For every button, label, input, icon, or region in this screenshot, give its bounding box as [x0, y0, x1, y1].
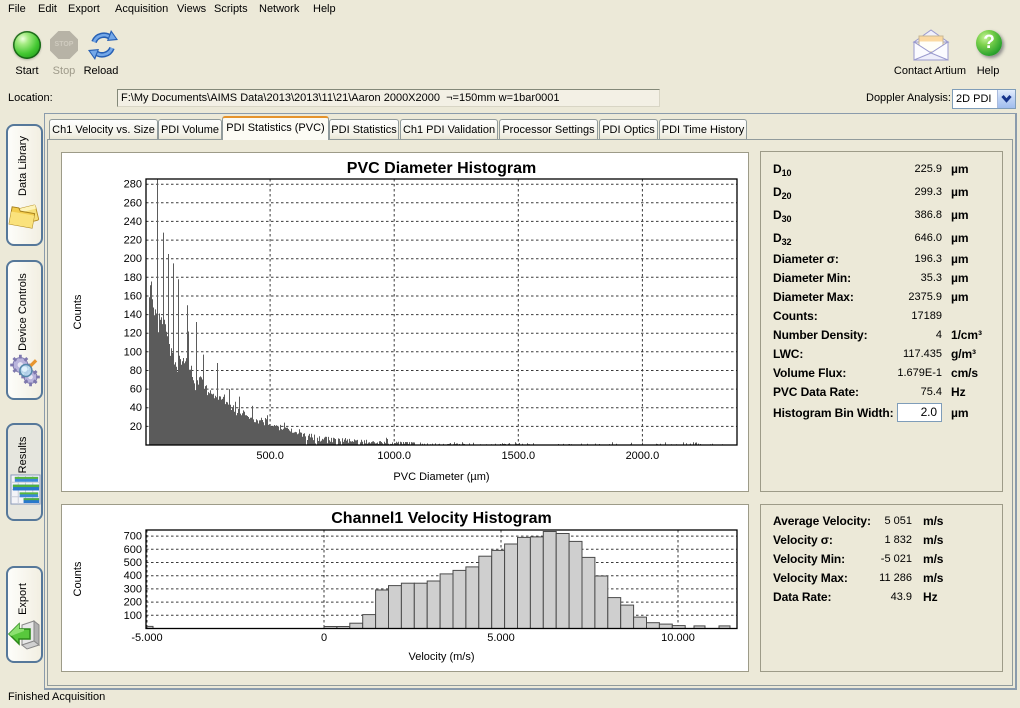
svg-text:600: 600 — [124, 544, 142, 556]
svg-text:220: 220 — [124, 235, 142, 247]
svg-text:1500.0: 1500.0 — [501, 450, 535, 462]
svg-text:180: 180 — [124, 272, 142, 284]
svg-text:200: 200 — [124, 253, 142, 265]
svg-text:40: 40 — [130, 402, 142, 414]
svg-text:240: 240 — [124, 216, 142, 228]
svg-text:100: 100 — [124, 346, 142, 358]
svg-text:-5.000: -5.000 — [131, 632, 162, 644]
svg-text:300: 300 — [124, 583, 142, 595]
svg-text:100: 100 — [124, 610, 142, 622]
svg-text:120: 120 — [124, 328, 142, 340]
svg-text:140: 140 — [124, 309, 142, 321]
svg-text:0: 0 — [321, 632, 327, 644]
svg-text:60: 60 — [130, 384, 142, 396]
svg-text:400: 400 — [124, 570, 142, 582]
svg-text:200: 200 — [124, 597, 142, 609]
svg-text:260: 260 — [124, 197, 142, 209]
svg-text:80: 80 — [130, 365, 142, 377]
svg-text:700: 700 — [124, 531, 142, 543]
svg-text:20: 20 — [130, 421, 142, 433]
svg-text:500: 500 — [124, 557, 142, 569]
svg-text:1000.0: 1000.0 — [377, 450, 411, 462]
svg-text:10.000: 10.000 — [661, 632, 695, 644]
svg-text:160: 160 — [124, 291, 142, 303]
svg-text:5.000: 5.000 — [487, 632, 515, 644]
svg-text:280: 280 — [124, 179, 142, 191]
svg-text:2000.0: 2000.0 — [626, 450, 660, 462]
svg-text:500.0: 500.0 — [256, 450, 284, 462]
